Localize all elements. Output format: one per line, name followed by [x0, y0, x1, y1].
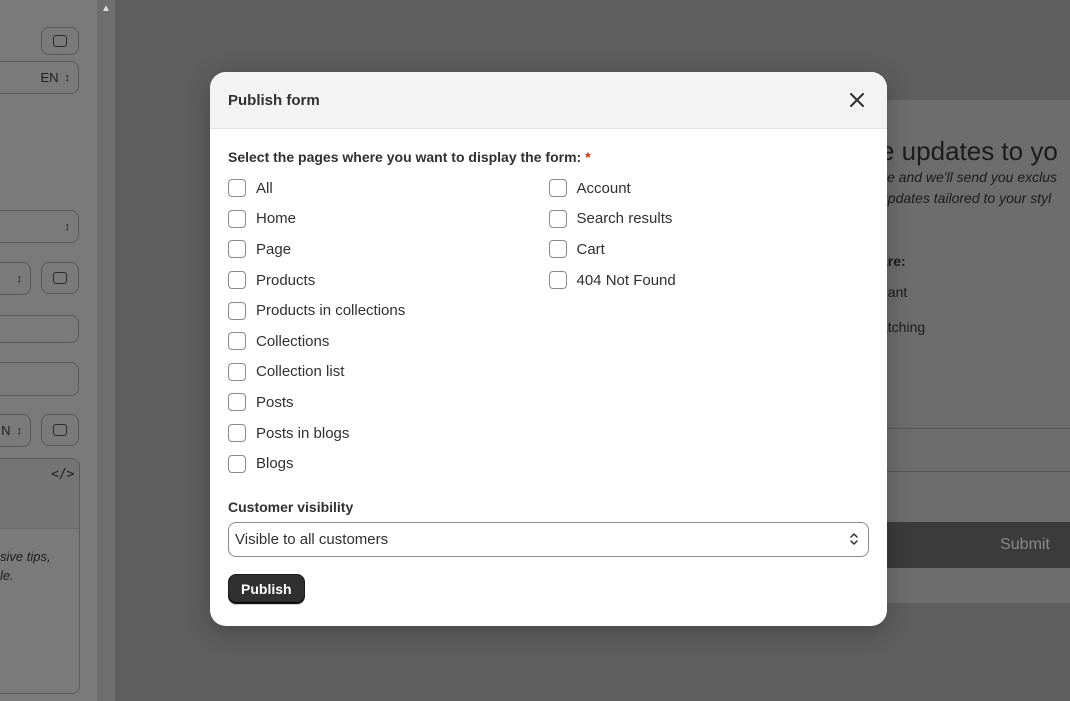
page-option-products-in-collections[interactable]: Products in collections [228, 295, 549, 326]
page-option-cart[interactable]: Cart [548, 234, 870, 265]
page-option-label: Page [256, 240, 292, 258]
page-options-right: Account Search results Cart 404 Not Foun… [548, 173, 870, 479]
field-select[interactable]: ↕ [0, 210, 79, 243]
customer-visibility-label: Customer visibility [228, 498, 354, 515]
page-option-collection-list[interactable]: Collection list [228, 357, 549, 388]
page-option-label: Collections [256, 332, 330, 350]
checkbox[interactable] [228, 454, 246, 473]
chevron-updown-icon: ↕ [64, 71, 71, 84]
page-option-label: Search results [576, 210, 673, 228]
checkbox[interactable] [548, 179, 567, 198]
page-option-page[interactable]: Page [228, 234, 549, 265]
checkbox[interactable] [228, 209, 246, 228]
preview-subtitle-line: updates tailored to your styl [880, 190, 1052, 206]
editor-toolbar: </> [0, 459, 79, 529]
editor-sidebar: EN ↕ ↕ ↕ N ↕ </> sive tips, le. [0, 0, 97, 701]
checkbox[interactable] [228, 271, 246, 290]
checkbox[interactable] [548, 240, 567, 259]
page-options: All Home Page Products Products in colle… [228, 173, 869, 479]
page-option-label: Products in collections [256, 302, 406, 320]
desktop-toggle-button[interactable] [41, 414, 79, 446]
language-select[interactable]: N ↕ [0, 414, 31, 447]
text-input[interactable] [0, 315, 79, 343]
divider [880, 471, 1070, 472]
preview-submit-button: Submit [880, 522, 1070, 568]
page-option-collections[interactable]: Collections [228, 326, 549, 357]
chevron-updown-icon [850, 533, 858, 546]
text-input[interactable] [0, 362, 79, 396]
page-option-blogs[interactable]: Blogs [228, 448, 549, 479]
required-mark: * [585, 149, 591, 165]
page-option-label: Cart [576, 240, 605, 258]
editor-text: sive tips, le. [0, 547, 51, 585]
checkbox[interactable] [228, 424, 246, 443]
desktop-toggle-button[interactable] [41, 27, 79, 55]
page-option-products[interactable]: Products [228, 265, 549, 296]
preview-heading: e updates to yo [880, 136, 1058, 166]
page-option-label: All [256, 179, 273, 197]
checkbox[interactable] [228, 393, 246, 412]
checkbox[interactable] [228, 332, 246, 351]
page-option-label: Account [576, 179, 631, 197]
scroll-up-icon[interactable]: ▲ [97, 0, 115, 16]
page-option-label: 404 Not Found [576, 271, 676, 289]
page-option-label: Home [256, 210, 297, 228]
checkbox[interactable] [228, 301, 246, 320]
sidebar-scrollbar[interactable]: ▲ [97, 0, 115, 701]
page-option-label: Products [256, 271, 316, 289]
language-select[interactable]: EN ↕ [0, 61, 79, 94]
close-icon [850, 93, 864, 107]
modal-title: Publish form [228, 91, 320, 109]
page-option-posts[interactable]: Posts [228, 387, 549, 418]
preview-subtitle: ve and we'll send you exclus updates tai… [880, 167, 1057, 209]
code-icon[interactable]: </> [51, 467, 74, 482]
page-option-404-not-found[interactable]: 404 Not Found [548, 265, 870, 296]
preview-subtitle-line: ve and we'll send you exclus [880, 169, 1057, 185]
page-option-search-results[interactable]: Search results [548, 204, 870, 235]
monitor-icon [53, 272, 67, 284]
page-option-label: Posts in blogs [256, 424, 350, 442]
divider [880, 428, 1070, 429]
language-value: N [1, 423, 11, 438]
small-select[interactable]: ↕ [0, 262, 31, 295]
page-options-left: All Home Page Products Products in colle… [228, 173, 549, 479]
page-option-label: Blogs [256, 455, 294, 473]
pages-question-text: Select the pages where you want to displ… [228, 149, 582, 165]
close-button[interactable] [845, 88, 869, 112]
customer-visibility-value: Visible to all customers [235, 530, 389, 548]
modal-body: Select the pages where you want to displ… [210, 129, 887, 604]
customer-visibility-select[interactable]: Visible to all customers [228, 521, 869, 557]
chevron-updown-icon: ↕ [16, 272, 23, 285]
page-option-posts-in-blogs[interactable]: Posts in blogs [228, 418, 549, 449]
pages-question: Select the pages where you want to displ… [228, 149, 869, 165]
chevron-updown-icon: ↕ [16, 424, 23, 437]
monitor-icon [53, 424, 67, 436]
page-option-all[interactable]: All [228, 173, 549, 204]
checkbox[interactable] [228, 362, 246, 381]
checkbox[interactable] [548, 271, 567, 290]
page-option-label: Posts [256, 393, 294, 411]
publish-form-modal: Publish form Select the pages where you … [210, 72, 887, 626]
checkbox[interactable] [228, 179, 246, 198]
monitor-icon [53, 35, 67, 47]
checkbox[interactable] [548, 209, 567, 228]
publish-button[interactable]: Publish [228, 573, 305, 604]
chevron-updown-icon: ↕ [64, 220, 71, 233]
language-value: EN [40, 70, 59, 85]
checkbox[interactable] [228, 240, 246, 259]
editor-text-line: sive tips, [0, 549, 51, 564]
editor-text-line: le. [0, 568, 14, 583]
page-option-home[interactable]: Home [228, 204, 549, 235]
page-option-label: Collection list [256, 363, 345, 381]
desktop-toggle-button[interactable] [41, 262, 79, 294]
modal-header: Publish form [210, 72, 887, 129]
page-option-account[interactable]: Account [548, 173, 870, 204]
